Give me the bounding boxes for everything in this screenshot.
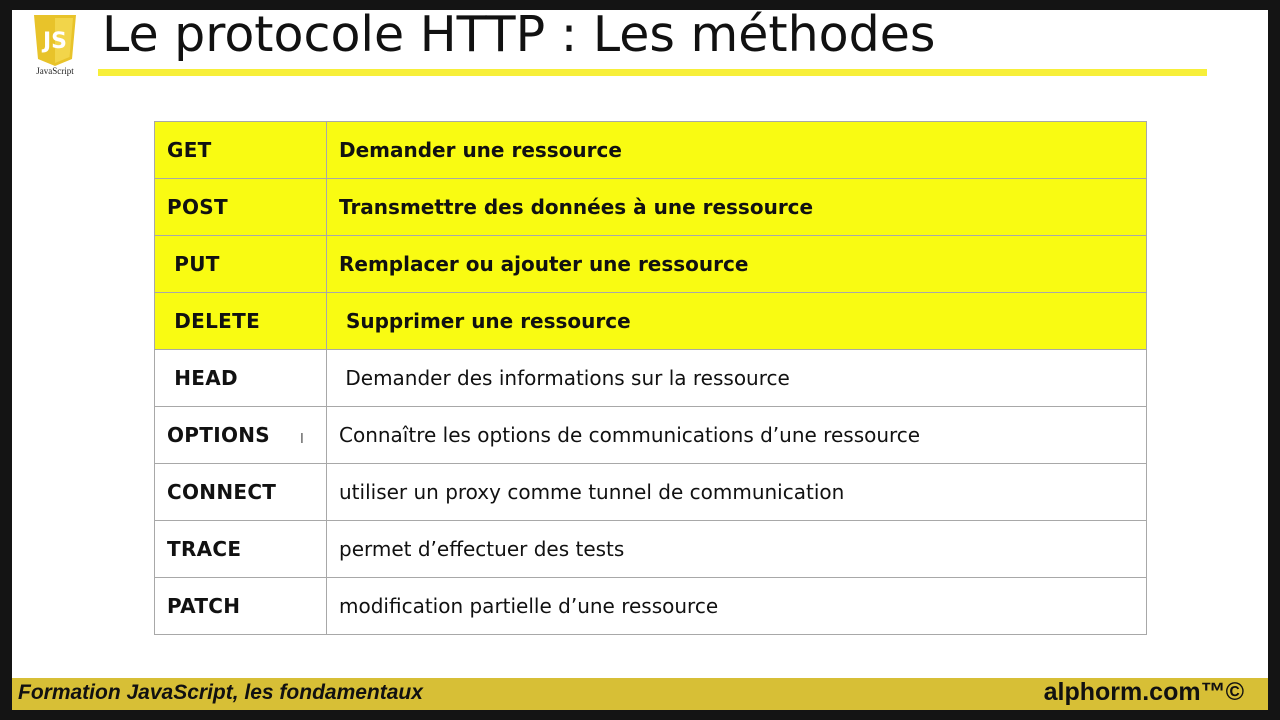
brand-label: alphorm.com™©: [1043, 678, 1244, 706]
method-cell: HEAD: [154, 349, 327, 407]
description-cell: Remplacer ou ajouter une ressource: [326, 235, 1147, 293]
logo-mark: JS: [41, 29, 67, 54]
course-title: Formation JavaScript, les fondamentaux: [18, 681, 423, 704]
title-underline: [98, 69, 1207, 76]
table-row: PUT Remplacer ou ajouter une ressource: [154, 235, 1147, 293]
method-cell: CONNECT: [154, 463, 327, 521]
table-row: HEAD Demander des informations sur la re…: [154, 349, 1147, 407]
description-cell: permet d’effectuer des tests: [326, 520, 1147, 578]
text-cursor-icon: I: [300, 432, 304, 447]
description-cell: Demander des informations sur la ressour…: [326, 349, 1147, 407]
table-row: POST Transmettre des données à une ressou…: [154, 178, 1147, 236]
logo-caption: JavaScript: [36, 66, 74, 76]
description-cell: Demander une ressource: [326, 121, 1147, 179]
method-cell: POST: [154, 178, 327, 236]
slide: JS JavaScript Le protocole HTTP : Les mé…: [12, 10, 1268, 710]
method-cell: PATCH: [154, 577, 327, 635]
method-cell: DELETE: [154, 292, 327, 350]
footer-bar: Formation JavaScript, les fondamentaux a…: [12, 678, 1268, 710]
page-title: Le protocole HTTP : Les méthodes: [102, 10, 936, 63]
description-cell: Transmettre des données à une ressource: [326, 178, 1147, 236]
method-cell: TRACE: [154, 520, 327, 578]
table-row: TRACE permet d’effectuer des tests: [154, 520, 1147, 578]
http-methods-table: GET Demander une ressource POST Transmettre…: [154, 121, 1147, 635]
table-row: DELETE Supprimer une ressource: [154, 292, 1147, 350]
table-row: GET Demander une ressource: [154, 121, 1147, 179]
description-cell: Supprimer une ressource: [326, 292, 1147, 350]
table-row: PATCH modification partielle d’une ressou…: [154, 577, 1147, 635]
description-cell: modification partielle d’une ressource: [326, 577, 1147, 635]
method-cell: PUT: [154, 235, 327, 293]
description-cell: utiliser un proxy comme tunnel de commun…: [326, 463, 1147, 521]
method-cell: GET: [154, 121, 327, 179]
description-cell: Connaître les options de communications …: [326, 406, 1147, 464]
table-row: CONNECT utiliser un proxy comme tunnel de…: [154, 463, 1147, 521]
